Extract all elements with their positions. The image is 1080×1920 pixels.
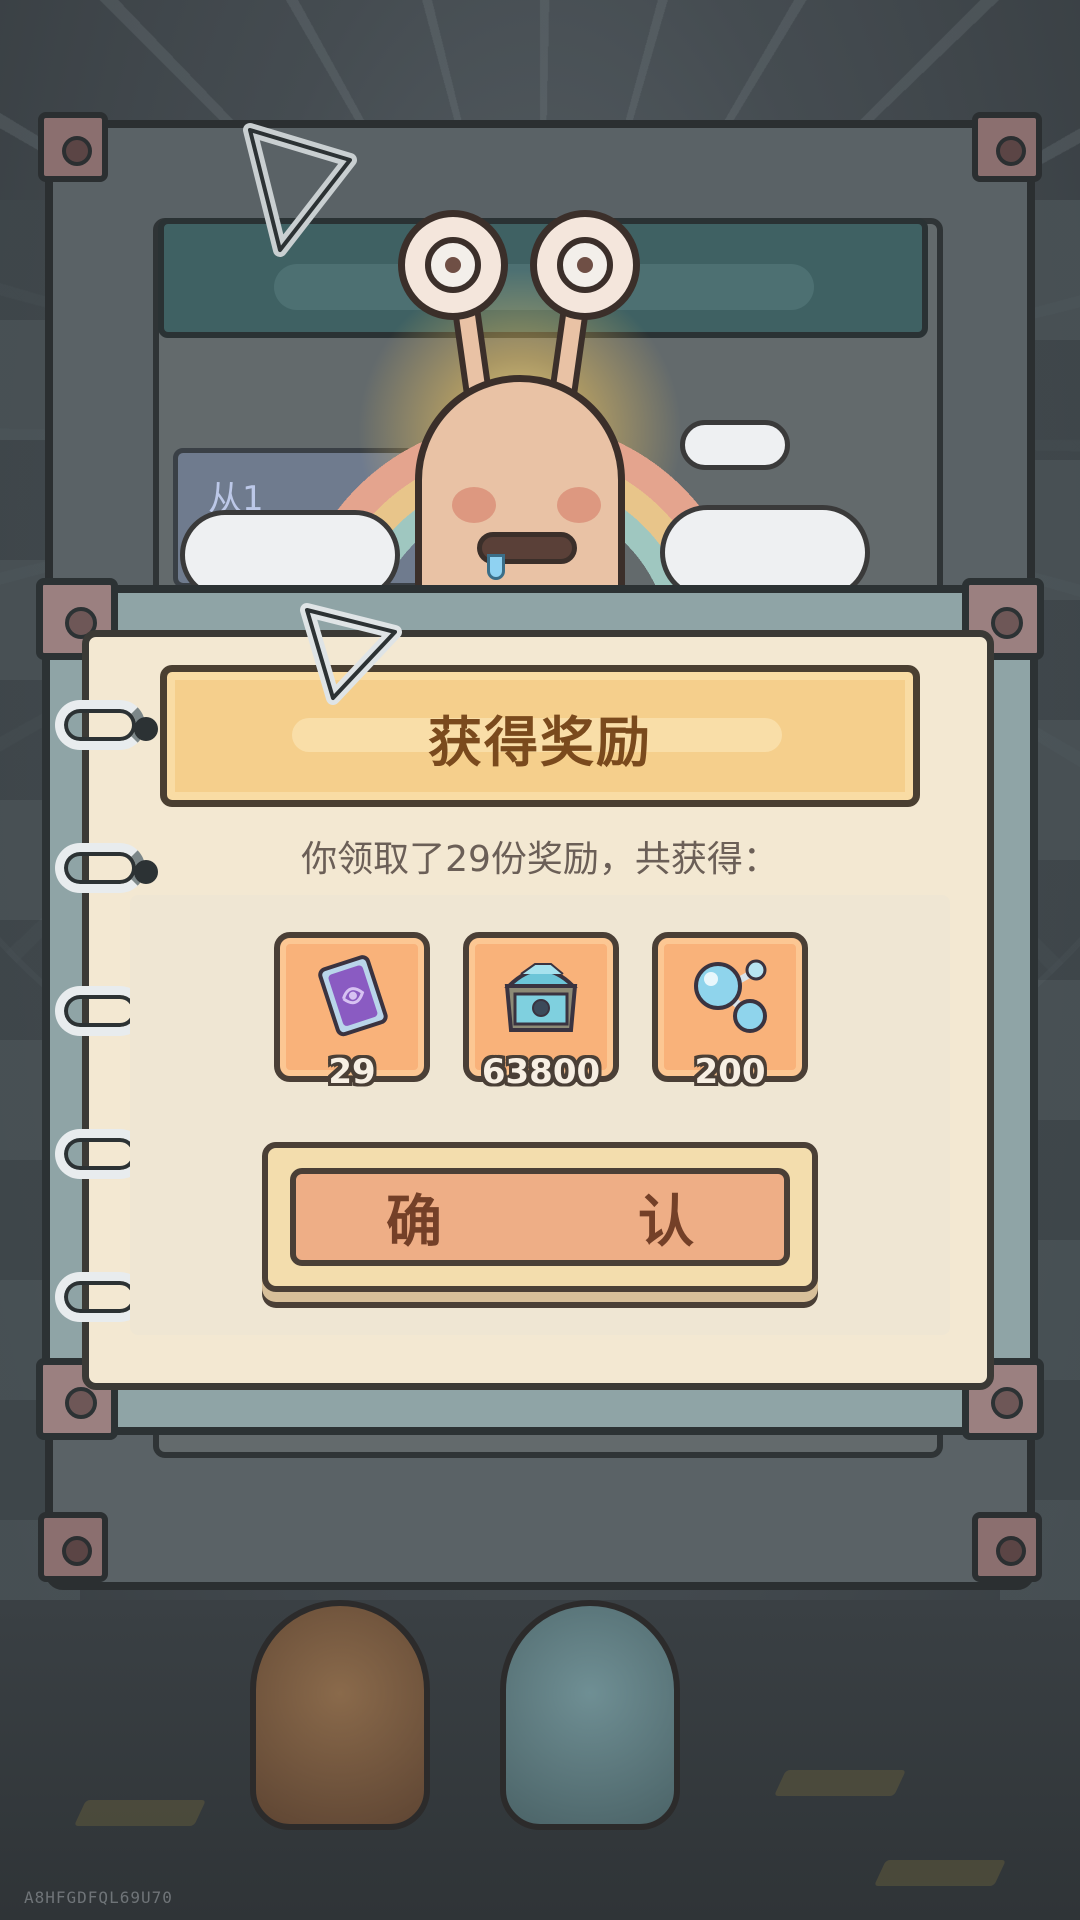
treasure-chest-icon [504,963,578,1032]
reward-item[interactable]: 200 [652,932,808,1092]
reward-count: 63800 [481,1052,601,1092]
snail-cheek [557,487,601,523]
snail-eye-left [398,210,508,320]
purple-card-icon [318,955,388,1037]
robot-character-blue [500,1600,680,1830]
confirm-button-frame: 确 认 [262,1142,818,1292]
reward-item[interactable]: 63800 [463,932,619,1092]
triangle-tag-icon [300,603,402,705]
floor-stripe [773,1770,907,1796]
snail-cheek [452,487,496,523]
bubble-orbs-icon [694,959,767,1033]
binder-ring [55,700,158,750]
snail-drool [487,554,505,580]
floor-stripe [73,1800,207,1826]
cloud-small [680,420,790,470]
panel-bolt [38,1512,108,1582]
reward-count: 200 [694,1052,766,1092]
dialog-title-bar: 获得奖励 [160,665,920,807]
reward-count: 29 [328,1052,376,1092]
watermark: A8HFGDFQL69U70 [24,1888,173,1907]
floor-stripe [873,1860,1007,1886]
reward-item[interactable]: 29 [274,932,430,1092]
panel-bolt [972,1512,1042,1582]
panel-bolt [38,112,108,182]
dialog-title: 获得奖励 [428,711,652,774]
snail-eye-right [530,210,640,320]
snail-body [415,375,625,605]
confirm-button[interactable]: 确 认 [290,1168,790,1266]
reward-summary-text: 你领取了29份奖励，共获得： [301,839,779,880]
snail-mascot [160,210,880,650]
robot-character-brown [250,1600,430,1830]
panel-bolt [972,112,1042,182]
